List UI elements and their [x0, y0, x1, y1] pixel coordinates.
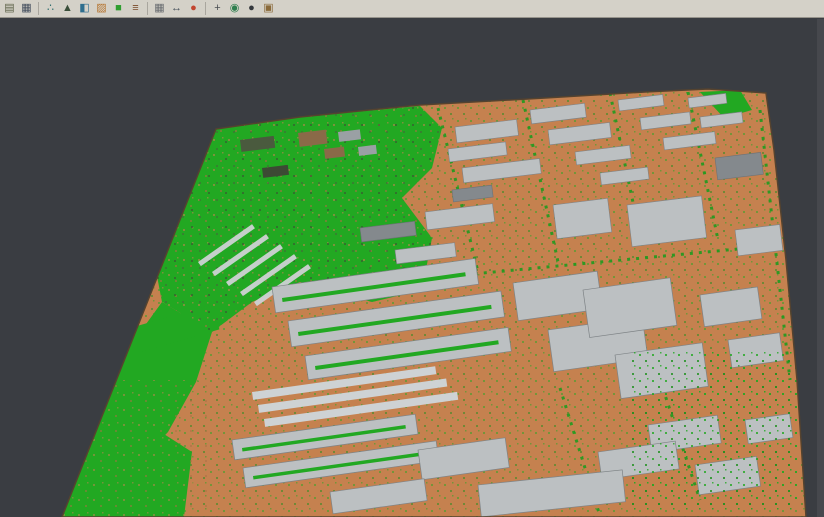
rendered-scene	[0, 19, 824, 517]
toolbar-separator	[147, 2, 148, 15]
pan-icon[interactable]: +	[210, 1, 225, 16]
window-right-strip	[817, 19, 824, 517]
triangulate-icon[interactable]: ▲	[60, 1, 75, 16]
application-window: ▤▦∴▲◧▨■≡▦↔●+◉●▣	[0, 0, 824, 517]
measure-icon[interactable]: ↔	[169, 1, 184, 16]
save-icon[interactable]: ▦	[19, 1, 34, 16]
point-cloud-icon[interactable]: ∴	[43, 1, 58, 16]
toolbar-separator	[38, 2, 39, 15]
orbit-view-icon[interactable]: ◉	[227, 1, 242, 16]
texture-view-icon[interactable]: ▨	[94, 1, 109, 16]
open-project-icon[interactable]: ▤	[2, 1, 17, 16]
record-icon[interactable]: ●	[186, 1, 201, 16]
classification-view-icon[interactable]: ■	[111, 1, 126, 16]
contours-icon[interactable]: ≡	[128, 1, 143, 16]
3d-viewport[interactable]	[0, 19, 824, 517]
toolbar-separator	[205, 2, 206, 15]
elevation-view-icon[interactable]: ◧	[77, 1, 92, 16]
grid-icon[interactable]: ▦	[152, 1, 167, 16]
toolbar: ▤▦∴▲◧▨■≡▦↔●+◉●▣	[0, 0, 824, 18]
screenshot-icon[interactable]: ▣	[261, 1, 276, 16]
globe-icon[interactable]: ●	[244, 1, 259, 16]
